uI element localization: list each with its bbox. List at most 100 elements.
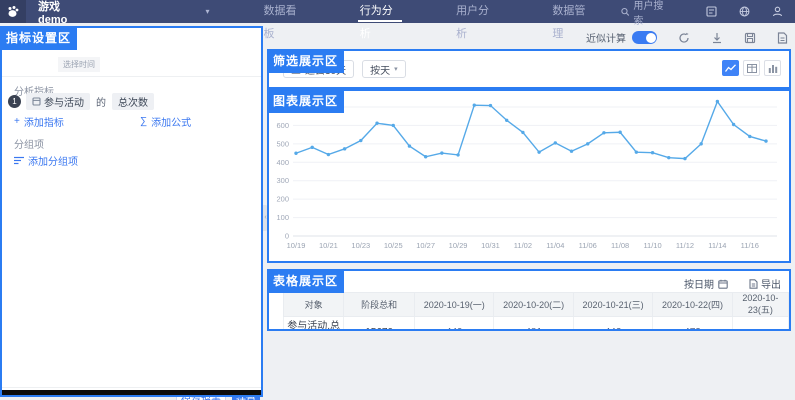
svg-text:10/21: 10/21: [319, 241, 338, 250]
search-icon: [621, 7, 630, 17]
row-name-cell: 参与活动.总次数: [284, 317, 344, 330]
by-date-selector[interactable]: 按日期: [684, 276, 731, 291]
event-chip-label: 参与活动: [44, 94, 84, 109]
sigma-icon: ∑: [140, 116, 147, 127]
row-value-cell: [732, 317, 788, 330]
report-doc-icon[interactable]: [777, 32, 788, 44]
divider: [0, 76, 263, 77]
top-navbar: 游戏demo ▾ 数据看板行为分析用户分析数据管理 用户搜索: [0, 0, 795, 23]
approx-calc-label: 近似计算: [586, 30, 626, 45]
calendar-icon: [291, 64, 301, 74]
approx-calc-toggle[interactable]: [632, 31, 657, 44]
svg-text:10/25: 10/25: [384, 241, 403, 250]
row-value-cell[interactable]: 481: [494, 317, 573, 330]
table-col-header: 阶段总和: [344, 293, 415, 317]
date-range-label: 过去30天: [305, 62, 346, 77]
svg-text:600: 600: [276, 121, 289, 130]
svg-text:11/16: 11/16: [741, 241, 759, 250]
add-metric-link[interactable]: + 添加指标: [14, 114, 64, 129]
line-chart-icon: [725, 64, 736, 73]
nav-item-0[interactable]: 数据看板: [253, 0, 313, 23]
svg-text:300: 300: [276, 176, 289, 185]
connector-text: 的: [96, 94, 106, 109]
svg-text:0: 0: [285, 232, 289, 241]
line-chart-view-button[interactable]: [722, 60, 739, 76]
export-button[interactable]: 导出: [745, 276, 781, 291]
refresh-icon[interactable]: [678, 32, 690, 44]
svg-text:10/23: 10/23: [351, 241, 370, 250]
svg-text:11/10: 11/10: [643, 241, 661, 250]
by-date-label: 按日期: [684, 276, 714, 291]
svg-text:10/31: 10/31: [481, 241, 500, 250]
table-col-header: 2020-10-22(四): [653, 293, 732, 317]
app-title[interactable]: 游戏demo: [38, 0, 87, 26]
row-total-cell: 15670: [344, 317, 415, 330]
svg-text:11/14: 11/14: [708, 241, 726, 250]
caret-down-icon: ▾: [394, 65, 398, 73]
row-value-cell[interactable]: 473: [653, 317, 732, 330]
nav-menu: 数据看板 行为分析 用户分析 数据管理: [235, 0, 620, 23]
nav-item-2[interactable]: 用户分析: [446, 0, 506, 23]
event-icon: [32, 97, 41, 106]
metric-settings-panel: 选择时间 分析指标 1 参与活动 的 总次数 + 添加指标 ∑ 添加公式 分组项…: [0, 26, 263, 397]
table-col-header: 2020-10-21(三): [573, 293, 652, 317]
projects-icon[interactable]: [706, 6, 717, 17]
nav-item-1[interactable]: 行为分析: [350, 0, 410, 23]
add-group-label: 添加分组项: [28, 153, 78, 168]
table-col-header: 2020-10-20(二): [494, 293, 573, 317]
svg-text:10/19: 10/19: [287, 241, 306, 250]
divider: [0, 387, 263, 388]
user-icon[interactable]: [772, 6, 783, 17]
chart-card: 0 100 200 300 400 500 600 700 10/19 10/21 10/23 10/…: [269, 91, 789, 261]
svg-text:11/08: 11/08: [611, 241, 629, 250]
nav-item-3[interactable]: 数据管理: [542, 0, 602, 23]
svg-text:500: 500: [276, 139, 289, 148]
svg-text:700: 700: [276, 103, 289, 112]
table-view-button[interactable]: [743, 60, 760, 76]
add-formula-label: 添加公式: [151, 114, 191, 129]
export-doc-icon: [749, 279, 758, 289]
svg-text:10/27: 10/27: [416, 241, 435, 250]
svg-text:11/12: 11/12: [676, 241, 694, 250]
svg-text:10/29: 10/29: [449, 241, 468, 250]
filter-card: 过去30天 按天 ▾: [269, 51, 789, 87]
svg-text:11/04: 11/04: [546, 241, 564, 250]
granularity-label: 按天: [370, 62, 390, 77]
user-search-label: 用户搜索: [633, 0, 668, 27]
metric-row: 1 参与活动 的 总次数: [8, 93, 154, 110]
download-icon[interactable]: [711, 32, 723, 44]
metric-index-badge: 1: [8, 95, 21, 108]
event-select-chip[interactable]: 参与活动: [26, 93, 90, 110]
line-chart[interactable]: 0 100 200 300 400 500 600 700 10/19 10/21 10/23 10/…: [269, 91, 789, 261]
measure-select-chip[interactable]: 总次数: [112, 93, 154, 110]
paw-logo-icon: [6, 5, 20, 19]
svg-text:200: 200: [276, 195, 289, 204]
measure-chip-label: 总次数: [118, 94, 148, 109]
svg-text:11/02: 11/02: [514, 241, 532, 250]
calendar-icon: [718, 279, 728, 289]
svg-text:11/06: 11/06: [579, 241, 597, 250]
globe-icon[interactable]: [739, 6, 750, 17]
time-tab[interactable]: 选择时间: [58, 57, 100, 72]
app-logo[interactable]: [0, 0, 26, 23]
add-group-link[interactable]: 添加分组项: [14, 153, 78, 168]
bar-chart-icon: [768, 64, 778, 73]
table-row: 参与活动.总次数15670449481442473: [284, 317, 789, 330]
svg-text:100: 100: [276, 213, 289, 222]
result-table: 对象阶段总和2020-10-19(一)2020-10-20(二)2020-10-…: [283, 292, 789, 329]
granularity-chip[interactable]: 按天 ▾: [362, 60, 406, 78]
table-col-header: 2020-10-19(一): [415, 293, 494, 317]
date-range-chip[interactable]: 过去30天: [283, 60, 354, 78]
row-value-cell[interactable]: 442: [573, 317, 652, 330]
bottom-black-bar: [1, 390, 261, 397]
save-icon[interactable]: [744, 32, 756, 44]
row-value-cell[interactable]: 449: [415, 317, 494, 330]
chevron-down-icon[interactable]: ▾: [205, 7, 209, 16]
table-card: 按日期 导出 对象阶段总和2020-10-19(一)2020-10-20(二)2…: [269, 271, 789, 329]
bar-chart-view-button[interactable]: [764, 60, 781, 76]
panel-collapse-handle[interactable]: ‹: [262, 205, 269, 231]
table-icon: [747, 64, 757, 73]
add-formula-link[interactable]: ∑ 添加公式: [140, 114, 191, 129]
user-search[interactable]: 用户搜索: [621, 0, 668, 27]
svg-text:400: 400: [276, 158, 289, 167]
